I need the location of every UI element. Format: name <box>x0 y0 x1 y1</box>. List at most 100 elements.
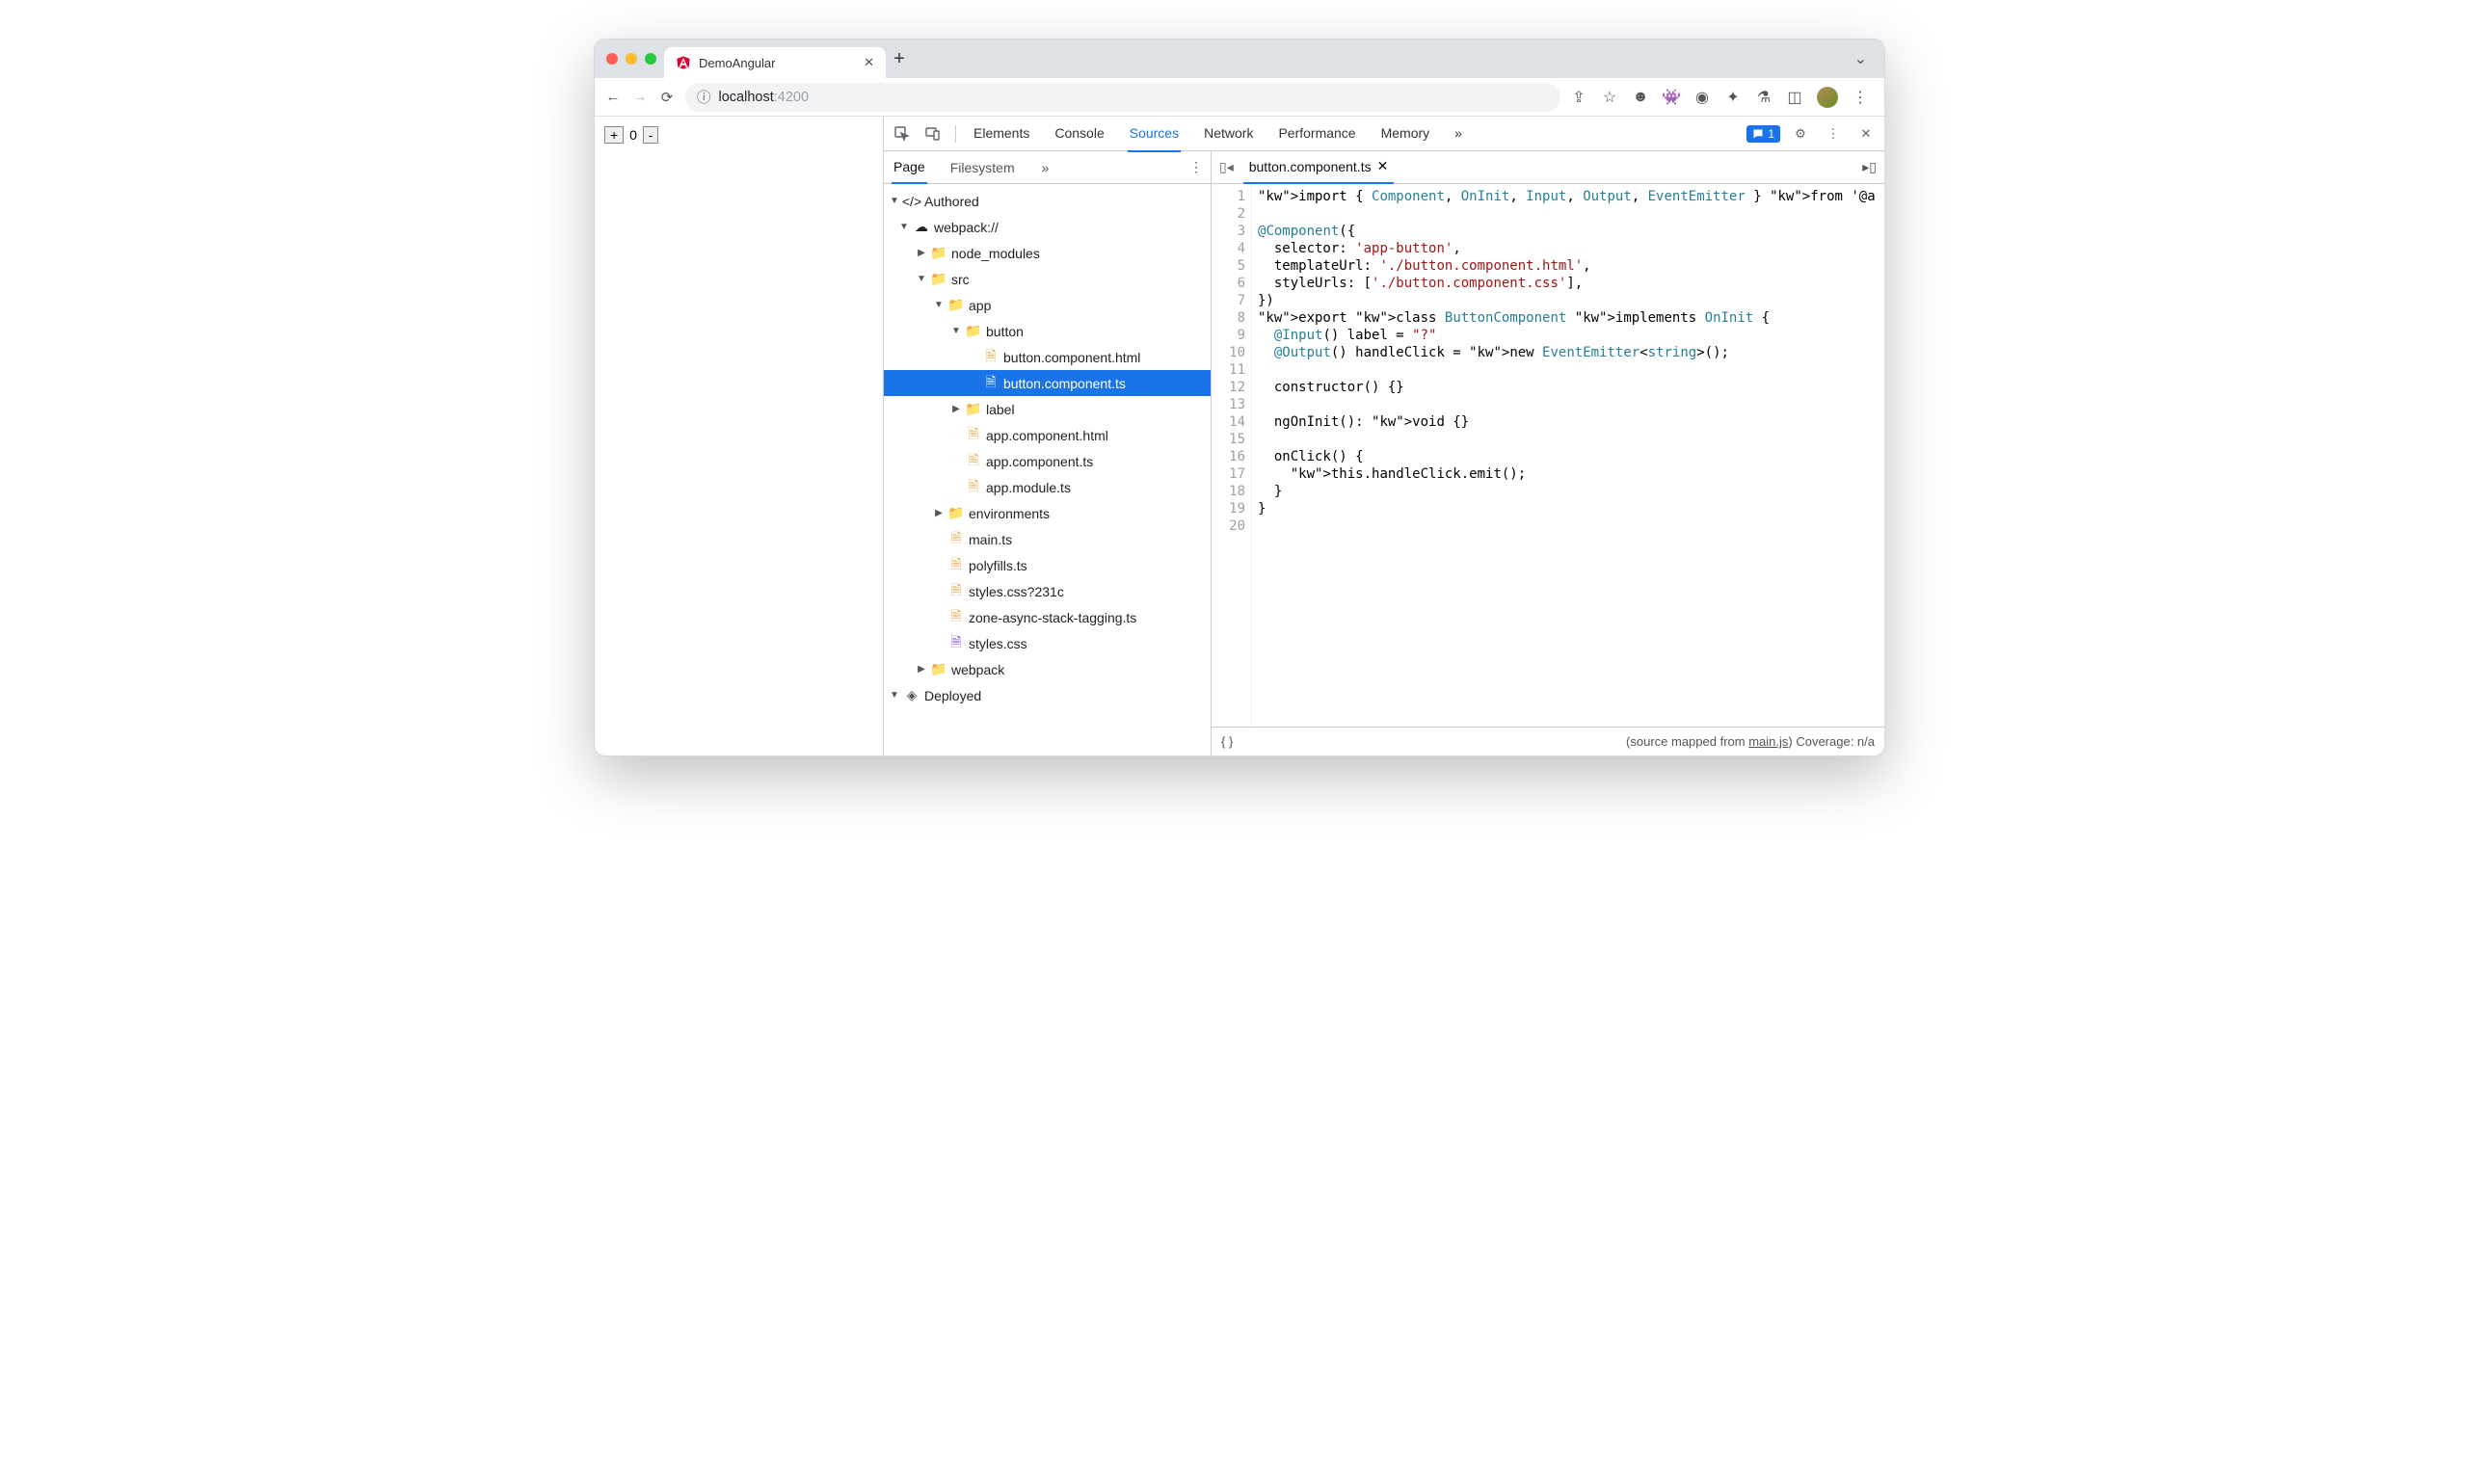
tree-file-app-ts[interactable]: 🗎app.component.ts <box>884 448 1211 474</box>
code-brackets-icon: </> <box>903 194 920 209</box>
navigator-tab-more[interactable]: » <box>1042 160 1050 175</box>
tree-file-button-html[interactable]: 🗎button.component.html <box>884 344 1211 370</box>
bookmark-icon[interactable]: ☆ <box>1601 88 1618 107</box>
profile-avatar[interactable] <box>1817 87 1838 108</box>
decrement-button[interactable]: - <box>643 126 659 144</box>
share-icon[interactable]: ⇪ <box>1570 88 1587 107</box>
panel-tab-sources[interactable]: Sources <box>1128 117 1181 152</box>
address-bar[interactable]: ⓘ localhost:4200 <box>685 83 1560 112</box>
tab-strip: DemoAngular ✕ + ⌄ <box>595 40 1884 78</box>
back-button[interactable]: ← <box>604 89 622 105</box>
increment-button[interactable]: + <box>604 126 624 144</box>
traffic-lights <box>600 53 664 65</box>
editor-tab-file[interactable]: button.component.ts ✕ <box>1243 151 1395 184</box>
tree-app[interactable]: ▼📁app <box>884 292 1211 318</box>
page-viewport: + 0 - <box>595 117 884 755</box>
tree-src[interactable]: ▼📁src <box>884 266 1211 292</box>
browser-tab[interactable]: DemoAngular ✕ <box>664 47 886 78</box>
tree-file-styles[interactable]: 🗎styles.css <box>884 630 1211 656</box>
tree-file-styles-q[interactable]: 🗎styles.css?231c <box>884 578 1211 604</box>
chevron-down-icon[interactable]: ⌄ <box>1854 49 1879 68</box>
code-editor[interactable]: 12345678910 11121314151617181920 "kw">im… <box>1212 184 1884 727</box>
extension-icon-2[interactable]: 👾 <box>1663 88 1680 107</box>
tree-file-polyfills[interactable]: 🗎polyfills.ts <box>884 552 1211 578</box>
panel-tab-console[interactable]: Console <box>1053 117 1106 152</box>
navigator-tabs: Page Filesystem » ⋮ <box>884 151 1211 184</box>
debugger-toggle-icon[interactable]: ▸▯ <box>1862 159 1877 175</box>
toolbar-row: ← → ⟳ ⓘ localhost:4200 ⇪ ☆ ☻ 👾 ◉ ✦ ⚗ ◫ ⋮ <box>595 78 1884 117</box>
new-tab-button[interactable]: + <box>886 48 913 70</box>
editor-tabs: ▯◂ button.component.ts ✕ ▸▯ <box>1212 151 1884 184</box>
line-gutter: 12345678910 11121314151617181920 <box>1212 184 1252 727</box>
devtools-topbar-right: 1 ⚙ ⋮ ✕ <box>1746 125 1879 143</box>
pretty-print-icon[interactable]: { } <box>1221 734 1233 749</box>
tab-close-icon[interactable]: ✕ <box>864 55 874 70</box>
file-icon: 🗎 <box>965 424 982 447</box>
toolbar-extensions: ⇪ ☆ ☻ 👾 ◉ ✦ ⚗ ◫ ⋮ <box>1570 87 1875 108</box>
panel-tab-network[interactable]: Network <box>1202 117 1255 152</box>
tree-node-modules[interactable]: ▶📁node_modules <box>884 240 1211 266</box>
extension-icon-4[interactable]: ⚗ <box>1755 88 1773 107</box>
tree-file-button-ts[interactable]: 🗎button.component.ts <box>884 370 1211 396</box>
folder-icon: 📁 <box>947 297 965 313</box>
tree-button-folder[interactable]: ▼📁button <box>884 318 1211 344</box>
panel-tab-performance[interactable]: Performance <box>1276 117 1357 152</box>
close-window-button[interactable] <box>606 53 618 65</box>
package-icon: ◈ <box>903 687 920 703</box>
tree-authored[interactable]: ▼</>Authored <box>884 188 1211 214</box>
address-text: localhost:4200 <box>719 90 810 105</box>
panel-tab-elements[interactable]: Elements <box>972 117 1031 152</box>
file-icon: 🗎 <box>947 632 965 655</box>
tree-webpack-folder[interactable]: ▶📁webpack <box>884 656 1211 682</box>
reload-button[interactable]: ⟳ <box>658 89 676 106</box>
minimize-window-button[interactable] <box>626 53 637 65</box>
separator <box>955 125 956 143</box>
devtools-menu-icon[interactable]: ⋮ <box>1821 126 1846 142</box>
file-icon: 🗎 <box>947 606 965 629</box>
maximize-window-button[interactable] <box>645 53 656 65</box>
file-icon: 🗎 <box>965 476 982 499</box>
side-panel-icon[interactable]: ◫ <box>1786 88 1803 107</box>
file-icon: 🗎 <box>947 580 965 603</box>
tree-file-app-html[interactable]: 🗎app.component.html <box>884 422 1211 448</box>
browser-window: DemoAngular ✕ + ⌄ ← → ⟳ ⓘ localhost:4200… <box>594 39 1885 756</box>
tree-file-app-module[interactable]: 🗎app.module.ts <box>884 474 1211 500</box>
gear-icon[interactable]: ⚙ <box>1788 126 1813 142</box>
tree-file-main-ts[interactable]: 🗎main.ts <box>884 526 1211 552</box>
inspect-element-icon[interactable] <box>890 126 915 142</box>
file-icon: 🗎 <box>947 528 965 551</box>
devtools-close-icon[interactable]: ✕ <box>1853 126 1879 142</box>
navigator-tab-filesystem[interactable]: Filesystem <box>948 152 1017 183</box>
tree-webpack[interactable]: ▼☁webpack:// <box>884 214 1211 240</box>
folder-icon: 📁 <box>930 245 947 261</box>
issues-badge[interactable]: 1 <box>1746 125 1780 143</box>
sources-editor: ▯◂ button.component.ts ✕ ▸▯ 12345678910 … <box>1212 151 1884 755</box>
info-icon[interactable]: ⓘ <box>697 87 711 107</box>
navigator-menu-icon[interactable]: ⋮ <box>1189 159 1203 175</box>
extension-icon-3[interactable]: ◉ <box>1693 88 1711 107</box>
file-tree: ▼</>Authored ▼☁webpack:// ▶📁node_modules… <box>884 184 1211 755</box>
extension-icon-1[interactable]: ☻ <box>1632 89 1649 106</box>
editor-tab-close-icon[interactable]: ✕ <box>1377 158 1389 174</box>
tree-file-zone[interactable]: 🗎zone-async-stack-tagging.ts <box>884 604 1211 630</box>
tree-environments[interactable]: ▶📁environments <box>884 500 1211 526</box>
cloud-icon: ☁ <box>913 219 930 235</box>
folder-icon: 📁 <box>965 323 982 339</box>
panel-tab-more[interactable]: » <box>1453 117 1464 152</box>
device-toggle-icon[interactable] <box>920 126 946 142</box>
navigator-tab-page[interactable]: Page <box>892 151 927 184</box>
tree-deployed[interactable]: ▼◈Deployed <box>884 682 1211 708</box>
panel-tab-memory[interactable]: Memory <box>1379 117 1432 152</box>
devtools-topbar: Elements Console Sources Network Perform… <box>884 117 1884 151</box>
file-icon: 🗎 <box>947 554 965 577</box>
file-icon: 🗎 <box>982 346 1000 369</box>
folder-icon: 📁 <box>930 661 947 677</box>
folder-icon: 📁 <box>947 505 965 521</box>
extensions-puzzle-icon[interactable]: ✦ <box>1724 88 1742 107</box>
browser-menu-icon[interactable]: ⋮ <box>1852 88 1869 107</box>
tab-title: DemoAngular <box>699 56 776 70</box>
navigator-toggle-icon[interactable]: ▯◂ <box>1219 159 1234 175</box>
source-map-link[interactable]: main.js <box>1748 734 1788 749</box>
forward-button: → <box>631 89 649 105</box>
tree-label-folder[interactable]: ▶📁label <box>884 396 1211 422</box>
